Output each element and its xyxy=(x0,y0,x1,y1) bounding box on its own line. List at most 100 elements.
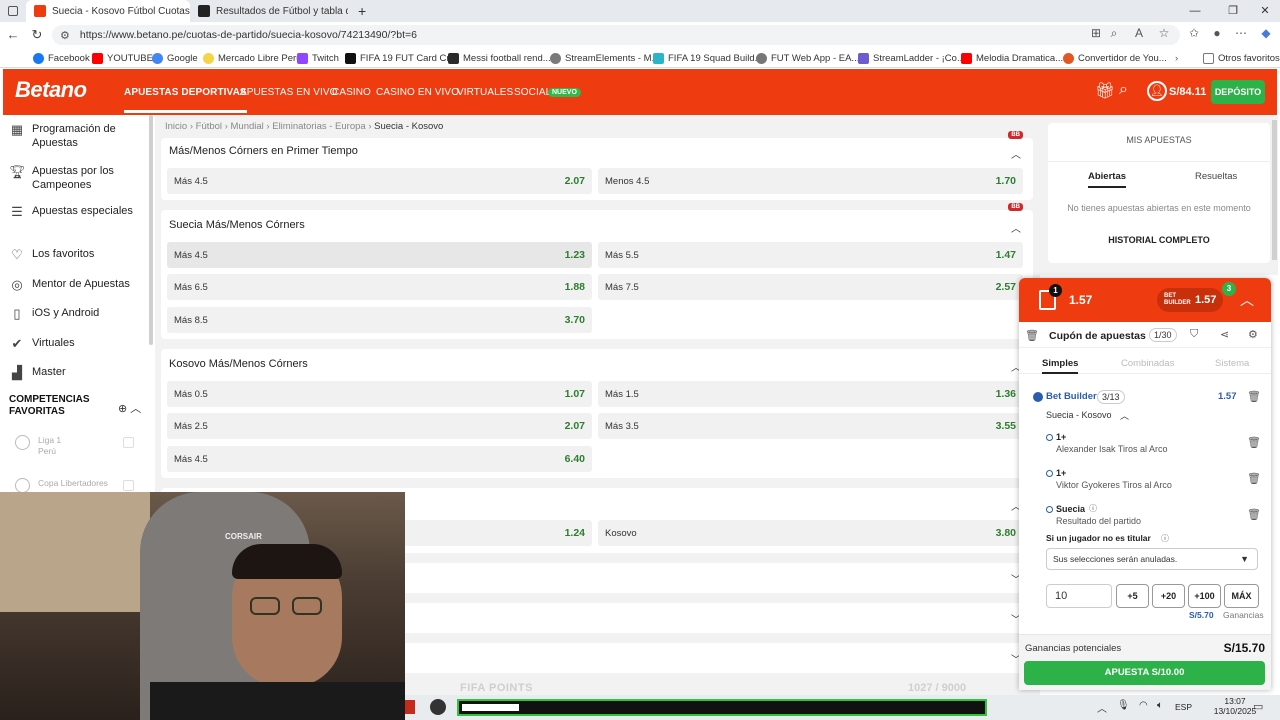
sidebar-item-favoritos[interactable]: ♡ Los favoritos xyxy=(9,247,143,263)
app-icon[interactable] xyxy=(430,699,446,715)
microphone-icon[interactable]: 🎙︎ xyxy=(1117,700,1130,711)
account-icon[interactable]: 👤︎ xyxy=(1147,81,1167,101)
league-item[interactable]: Liga 1 Perú xyxy=(15,435,145,461)
sidebar-item-ios-android[interactable]: ▯ iOS y Android xyxy=(9,306,143,322)
betano-logo[interactable]: Betano xyxy=(15,77,87,103)
nav-social[interactable]: SOCIAL xyxy=(514,87,551,98)
collapse-chevron-icon[interactable]: ︿ xyxy=(1011,220,1021,235)
bookmark-item[interactable]: Melodia Dramatica... xyxy=(961,48,1063,68)
right-scrollbar[interactable] xyxy=(1272,120,1277,260)
sidebar-item-virtuales[interactable]: ✔ Virtuales xyxy=(9,336,143,352)
close-window-icon[interactable]: ✕ xyxy=(1248,0,1280,22)
sidebar-scrollbar[interactable] xyxy=(149,115,153,345)
odd-button[interactable]: Más 8.5 3.70 xyxy=(167,307,592,333)
quick-stake-button[interactable]: +20 xyxy=(1152,584,1185,608)
bookmarks-overflow-icon[interactable]: › xyxy=(1175,48,1178,68)
sidebar-item-especiales[interactable]: ☰ Apuestas especiales xyxy=(9,204,143,220)
tab-betano[interactable]: Suecia - Kosovo Fútbol Cuotas | B ✕ xyxy=(26,0,190,22)
bookmark-item[interactable]: FUT Web App - EA... xyxy=(756,48,859,68)
more-menu-icon[interactable]: ⋯ xyxy=(1232,26,1250,40)
breadcrumb-link[interactable]: Eliminatorias - Europa xyxy=(272,121,365,132)
rule-select[interactable]: Sus selecciones serán anuladas. ▼ xyxy=(1046,548,1258,570)
collapse-chevron-icon[interactable]: ︿ xyxy=(1011,146,1021,161)
stake-input[interactable]: 10 xyxy=(1046,584,1112,608)
sidebar-item-campeones[interactable]: 🏆︎ Apuestas por los Campeones xyxy=(9,164,143,192)
trash-icon[interactable]: 🗑︎ xyxy=(1247,472,1261,485)
odd-button[interactable]: Más 7.5 2.57 xyxy=(598,274,1023,300)
trash-icon[interactable]: 🗑︎ xyxy=(1025,329,1039,342)
breadcrumb-link[interactable]: Fútbol xyxy=(196,121,222,132)
bet-builder-pill[interactable]: BET BUILDER 1.57 xyxy=(1157,288,1223,312)
app-icon[interactable] xyxy=(405,700,415,714)
bookmark-item[interactable]: StreamLadder - ¡Co... xyxy=(858,48,965,68)
other-bookmarks[interactable]: Otros favoritos xyxy=(1203,48,1280,68)
bookmark-item[interactable]: YOUTUBE xyxy=(92,48,153,68)
deposit-button[interactable]: DEPÓSITO xyxy=(1211,80,1265,104)
place-bet-button[interactable]: APUESTA S/10.00 xyxy=(1024,661,1265,685)
address-bar[interactable]: ⚙ https://www.betano.pe/cuotas-de-partid… xyxy=(52,25,1180,45)
profile-icon[interactable]: ● xyxy=(1208,26,1226,40)
reload-icon[interactable]: ↻ xyxy=(26,22,48,48)
trash-icon[interactable]: 🗑︎ xyxy=(1247,390,1261,403)
site-info-icon[interactable]: ⚙ xyxy=(60,29,70,42)
nav-casino[interactable]: CASINO xyxy=(332,87,371,98)
wifi-icon[interactable]: ◠ xyxy=(1139,700,1148,711)
bookmark-item[interactable]: StreamElements - M... xyxy=(550,48,660,68)
quick-stake-button[interactable]: MÁX xyxy=(1224,584,1259,608)
odd-button[interactable]: Más 0.5 1.07 xyxy=(167,381,592,407)
balance-amount[interactable]: S/84.11 xyxy=(1169,86,1206,98)
info-icon[interactable]: ⓘ xyxy=(1089,503,1097,514)
bookmark-item[interactable]: Google xyxy=(152,48,198,68)
breadcrumb-link[interactable]: Mundial xyxy=(231,121,264,132)
quick-stake-button[interactable]: +5 xyxy=(1116,584,1149,608)
search-icon[interactable]: ⌕ xyxy=(1119,81,1128,99)
trash-icon[interactable]: 🗑︎ xyxy=(1247,436,1261,449)
share-icon[interactable]: ⋖ xyxy=(1220,328,1229,341)
bet-slip-header[interactable]: 1 1.57 BET BUILDER 1.57 3 ︿ xyxy=(1019,278,1271,322)
gift-icon[interactable]: 🎁︎ xyxy=(1095,81,1115,101)
minimize-icon[interactable]: — xyxy=(1178,0,1212,22)
odd-button[interactable]: Kosovo 3.80 xyxy=(598,520,1023,546)
coupon-pager[interactable]: 1/30 xyxy=(1149,328,1177,342)
quick-stake-button[interactable]: +100 xyxy=(1188,584,1221,608)
odd-button[interactable]: Más 1.5 1.36 xyxy=(598,381,1023,407)
nav-apuestas-en-vivo[interactable]: APUESTAS EN VIVO xyxy=(240,87,338,98)
nav-casino-en-vivo[interactable]: CASINO EN VIVO xyxy=(376,87,459,98)
odd-button[interactable]: Más 4.5 6.40 xyxy=(167,446,592,472)
league-checkbox[interactable] xyxy=(123,480,134,491)
breadcrumb-link[interactable]: Inicio xyxy=(165,121,187,132)
tray-chevron-icon[interactable]: ︿ xyxy=(1097,700,1107,715)
tab-resueltas[interactable]: Resueltas xyxy=(1195,171,1237,182)
odd-button[interactable]: Más 4.5 2.07 xyxy=(167,168,592,194)
bookmark-item[interactable]: Mercado Libre Perú xyxy=(203,48,301,68)
sidebar-item-master[interactable]: ▟ Master xyxy=(9,365,143,381)
tab-resultados[interactable]: Resultados de Fútbol y tabla de p ✕ xyxy=(190,0,348,22)
sidebar-item-mentor[interactable]: ◎ Mentor de Apuestas xyxy=(9,277,143,293)
chevron-up-icon[interactable]: ︿ xyxy=(1120,409,1129,422)
odd-button[interactable]: Más 6.5 1.88 xyxy=(167,274,592,300)
tab-combinadas[interactable]: Combinadas xyxy=(1121,358,1174,369)
bookmark-item[interactable]: Convertidor de You... xyxy=(1063,48,1167,68)
maximize-icon[interactable]: ❐ xyxy=(1216,0,1250,22)
sidebar-item-programacion[interactable]: ▦ Programación de Apuestas xyxy=(9,122,143,150)
tab-simples[interactable]: Simples xyxy=(1042,358,1079,374)
full-history-link[interactable]: HISTORIAL COMPLETO xyxy=(1048,235,1270,245)
odd-button[interactable]: Más 2.5 2.07 xyxy=(167,413,592,439)
favorites-bar-icon[interactable]: ✩ xyxy=(1185,26,1203,40)
volume-icon[interactable]: 🔈︎ xyxy=(1157,700,1163,711)
tab-sistema[interactable]: Sistema xyxy=(1215,358,1249,369)
bookmark-item[interactable]: Messi football rend... xyxy=(448,48,551,68)
bookmark-item[interactable]: Facebook xyxy=(33,48,90,68)
bookmark-item[interactable]: Twitch xyxy=(297,48,339,68)
notifications-icon[interactable]: ▭ xyxy=(1253,700,1263,713)
tab-abiertas[interactable]: Abiertas xyxy=(1088,171,1127,188)
odd-button[interactable]: Más 4.5 1.23 xyxy=(167,242,592,268)
input-language[interactable]: ESP xyxy=(1175,702,1192,712)
bookmark-item[interactable]: FIFA 19 FUT Card Cr... xyxy=(345,48,457,68)
zoom-icon[interactable]: ⌕ xyxy=(1105,26,1123,41)
collapse-chevron-icon[interactable]: ︿ xyxy=(1240,290,1254,310)
favorite-star-icon[interactable]: ☆ xyxy=(1155,26,1173,40)
league-checkbox[interactable] xyxy=(123,437,134,448)
odd-button[interactable]: Menos 4.5 1.70 xyxy=(598,168,1023,194)
read-aloud-icon[interactable]: A xyxy=(1130,26,1148,40)
